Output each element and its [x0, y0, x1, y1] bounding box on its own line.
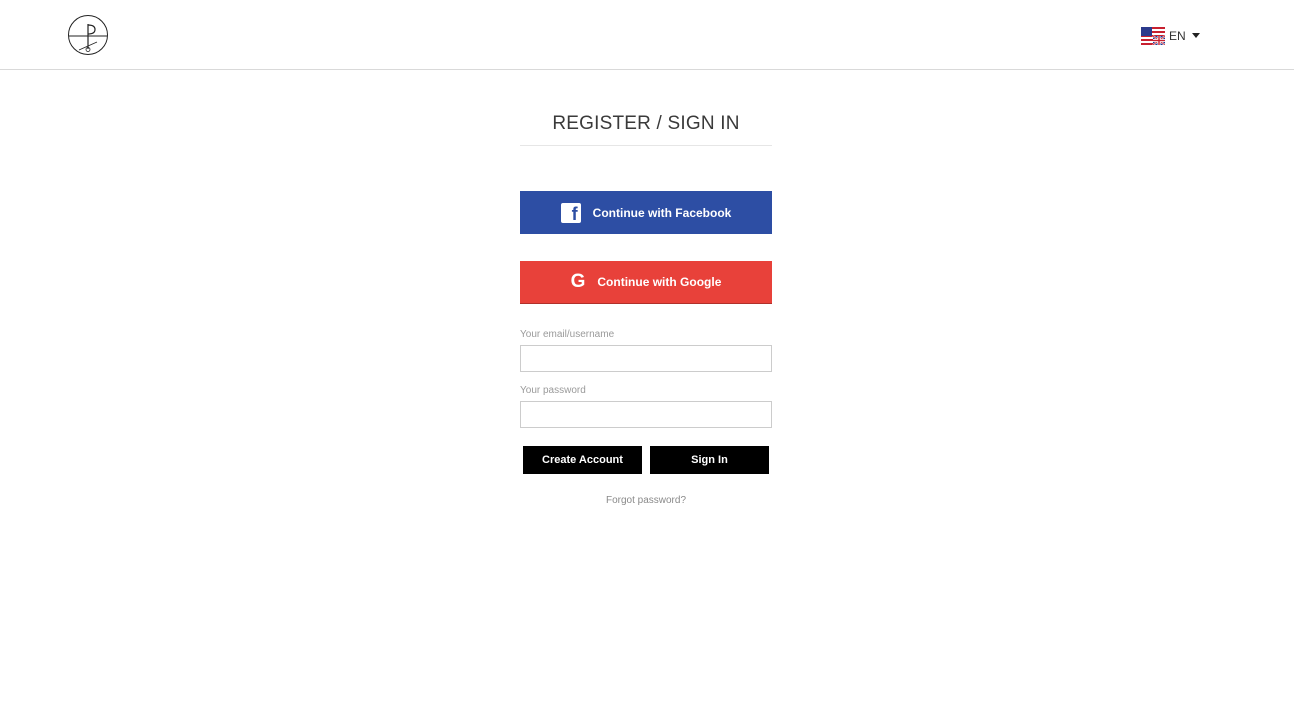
caret-down-icon	[1191, 32, 1200, 38]
google-icon: G	[570, 271, 586, 292]
facebook-button-label: Continue with Facebook	[592, 205, 732, 220]
language-selector[interactable]: EN	[1141, 26, 1200, 46]
password-field[interactable]	[520, 401, 772, 428]
continue-with-google-button[interactable]: G Continue with Google	[520, 261, 772, 304]
site-header: EN	[0, 0, 1294, 70]
continue-with-facebook-button[interactable]: f Continue with Facebook	[520, 191, 772, 234]
email-field-label: Your email/username	[520, 329, 615, 340]
create-account-button[interactable]: Create Account	[523, 446, 642, 474]
sign-in-button[interactable]: Sign In	[650, 446, 769, 474]
language-label: EN	[1169, 29, 1186, 43]
forgot-password-link[interactable]: Forgot password?	[520, 495, 772, 506]
page-title: REGISTER / SIGN IN	[552, 113, 740, 134]
facebook-icon: f	[560, 202, 581, 223]
us-uk-flag-icon	[1141, 27, 1165, 45]
logo-icon[interactable]	[67, 14, 109, 56]
title-divider	[520, 145, 772, 146]
password-field-label: Your password	[520, 385, 586, 396]
email-field[interactable]	[520, 345, 772, 372]
google-button-label: Continue with Google	[597, 275, 722, 289]
